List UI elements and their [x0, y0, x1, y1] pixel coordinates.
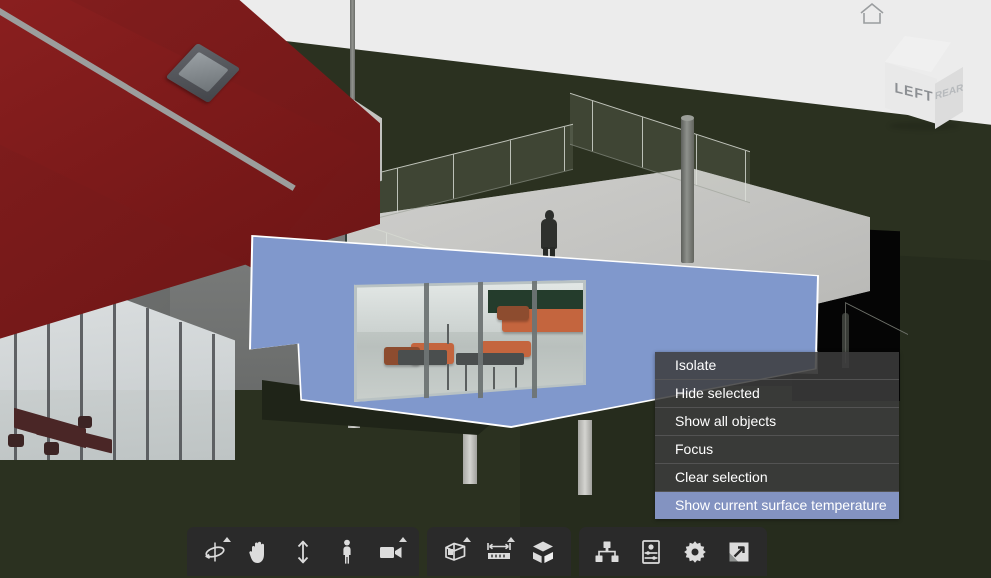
- toolbar-button-properties-panel[interactable]: [629, 531, 673, 572]
- window-mullion: [424, 282, 429, 399]
- interior-room-view: [357, 283, 583, 399]
- toolbar-group-model-tools: [427, 527, 571, 576]
- toolbar-button-orbit[interactable]: [193, 531, 237, 572]
- column-cap: [681, 115, 694, 121]
- toolbar-group-navigation: [187, 527, 419, 576]
- toolbar-button-zoom-arrows[interactable]: [281, 531, 325, 572]
- toolbar-button-fullscreen[interactable]: [717, 531, 761, 572]
- dropdown-caret-icon[interactable]: [507, 537, 515, 542]
- dropdown-caret-icon[interactable]: [399, 537, 407, 542]
- context-menu-item[interactable]: Hide selected: [655, 380, 899, 408]
- context-menu-item[interactable]: Focus: [655, 436, 899, 464]
- window-mullion: [478, 281, 483, 399]
- interior-chair: [78, 416, 92, 428]
- view-cube[interactable]: LEFT REAR: [871, 34, 971, 134]
- context-menu-item[interactable]: Isolate: [655, 352, 899, 380]
- measure-ruler-icon: [485, 540, 513, 564]
- context-menu-item[interactable]: Show all objects: [655, 408, 899, 436]
- context-menu-item[interactable]: Clear selection: [655, 464, 899, 492]
- context-menu-item[interactable]: Show current surface temperature: [655, 492, 899, 519]
- toolbar-group-panels: [579, 527, 767, 576]
- properties-panel-icon: [640, 539, 662, 565]
- camera-icon: [378, 542, 404, 562]
- toolbar-button-camera[interactable]: [369, 531, 413, 572]
- section-cut-icon: [442, 539, 468, 565]
- view-cube-shadow: [889, 122, 959, 130]
- dropdown-caret-icon[interactable]: [463, 537, 471, 542]
- home-view-button[interactable]: [859, 2, 885, 26]
- explode-cube-icon: [530, 539, 556, 565]
- pilotis-support[interactable]: [578, 420, 592, 495]
- toolbar-button-model-tree[interactable]: [585, 531, 629, 572]
- toolbar-button-settings-gear[interactable]: [673, 531, 717, 572]
- context-menu[interactable]: Isolate Hide selected Show all objects Focu…: [655, 352, 899, 519]
- window-mullion: [532, 280, 537, 399]
- toolbar-button-section-cut[interactable]: [433, 531, 477, 572]
- toolbar-button-pan-hand[interactable]: [237, 531, 281, 572]
- structural-column[interactable]: [681, 118, 694, 263]
- interior-chair: [44, 442, 59, 455]
- viewer-toolbar[interactable]: [187, 527, 767, 576]
- first-person-walk-icon: [338, 539, 356, 565]
- model-viewer-canvas[interactable]: LEFT REAR Isolate Hide selected Show all o…: [0, 0, 991, 578]
- orbit-icon: [202, 539, 228, 565]
- zoom-arrows-icon: [294, 539, 312, 565]
- toolbar-button-explode-cube[interactable]: [521, 531, 565, 572]
- toolbar-button-first-person-walk[interactable]: [325, 531, 369, 572]
- settings-gear-icon: [682, 539, 708, 565]
- dropdown-caret-icon[interactable]: [223, 537, 231, 542]
- pan-hand-icon: [247, 539, 271, 565]
- toolbar-button-measure-ruler[interactable]: [477, 531, 521, 572]
- interior-chair: [8, 434, 24, 447]
- model-tree-icon: [594, 540, 620, 564]
- fullscreen-icon: [727, 540, 751, 564]
